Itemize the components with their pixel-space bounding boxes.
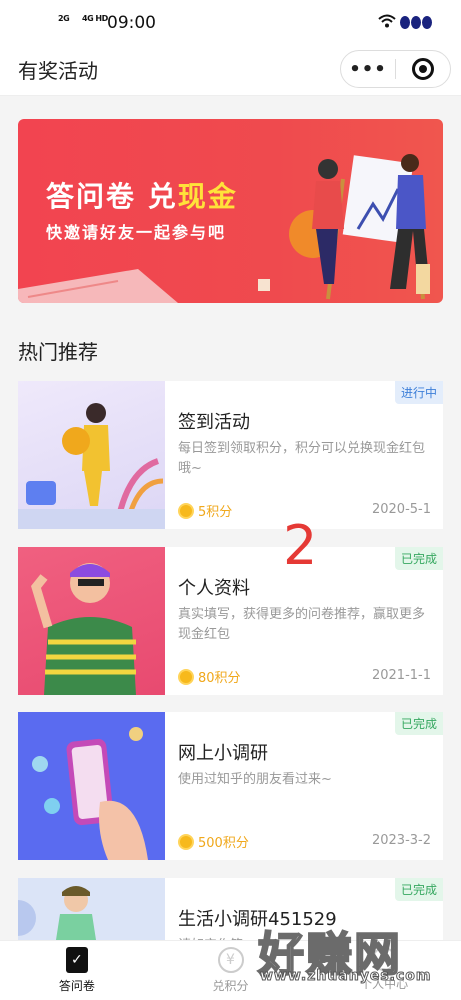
wifi-icon — [378, 14, 396, 32]
activity-thumbnail — [18, 547, 165, 695]
handwritten-annotation: 2 — [283, 514, 318, 577]
coin-icon — [178, 502, 194, 519]
mini-program-capsule: ••• — [340, 50, 451, 88]
status-badge: 已完成 — [394, 878, 443, 901]
activity-thumbnail — [18, 712, 165, 860]
tab-label: 答问卷 — [58, 979, 95, 993]
yen-icon: ¥ — [217, 947, 244, 973]
activity-description: 真实填写，获得更多的问卷推荐，赢取更多现金红包 — [178, 607, 426, 642]
navbar: 有奖活动 ••• — [0, 46, 461, 96]
coin-icon — [178, 833, 194, 850]
section-title: 热门推荐 — [18, 340, 98, 364]
activity-date: 2021-1-1 — [371, 668, 431, 683]
questionnaire-icon: ✓ — [65, 947, 88, 973]
activity-description: 使用过知乎的朋友看过来~ — [178, 772, 332, 787]
signal-2g-indicator: 2G — [58, 14, 70, 23]
status-badge: 已完成 — [394, 547, 443, 570]
activity-name: 个人资料 — [178, 578, 250, 599]
close-circle-icon — [412, 58, 434, 80]
page-title: 有奖活动 — [18, 59, 98, 83]
activity-date: 2023-3-2 — [371, 833, 431, 848]
activity-description: 每日签到领取积分，积分可以兑换现金红包哦~ — [178, 441, 426, 476]
activity-card[interactable]: 个人资料 真实填写，获得更多的问卷推荐，赢取更多现金红包 80积分 2021-1… — [18, 547, 443, 695]
activity-date: 2020-5-1 — [371, 502, 431, 517]
activity-points: 500积分 — [178, 832, 249, 851]
activity-card[interactable]: 签到活动 每日签到领取积分，积分可以兑换现金红包哦~ 5积分 2020-5-1 … — [18, 381, 443, 529]
activity-name: 网上小调研 — [178, 743, 268, 764]
tab-label: 兑积分 — [212, 979, 249, 993]
close-mini-program-button[interactable] — [396, 58, 450, 80]
tab-questionnaire[interactable]: ✓ 答问卷 — [0, 941, 154, 1000]
coin-icon — [178, 668, 194, 685]
site-watermark: 好赚网 www.zhuanyes.com — [257, 918, 448, 988]
status-time: 09:00 — [107, 13, 156, 33]
status-bar: 2G 4G HD 09:00 — [0, 0, 461, 46]
more-options-icon[interactable]: ••• — [341, 59, 395, 80]
banner-title: 答问卷 兑现金 — [46, 180, 238, 213]
status-badge: 已完成 — [394, 712, 443, 735]
watermark-url: www.zhuanyes.com — [260, 968, 432, 985]
signal-4g-indicator: 4G HD — [82, 14, 108, 23]
activity-points: 5积分 — [178, 501, 232, 520]
battery-icon — [400, 16, 432, 29]
activity-card[interactable]: 网上小调研 使用过知乎的朋友看过来~ 500积分 2023-3-2 已完成 — [18, 712, 443, 860]
banner-subtitle: 快邀请好友一起参与吧 — [46, 223, 227, 242]
banner-title-highlight: 现金 — [177, 180, 238, 213]
status-badge: 进行中 — [394, 381, 443, 404]
promo-banner[interactable]: 答问卷 兑现金 快邀请好友一起参与吧 — [18, 119, 443, 303]
activity-thumbnail — [18, 381, 165, 529]
activity-points: 80积分 — [178, 667, 241, 686]
activity-name: 签到活动 — [178, 412, 250, 433]
